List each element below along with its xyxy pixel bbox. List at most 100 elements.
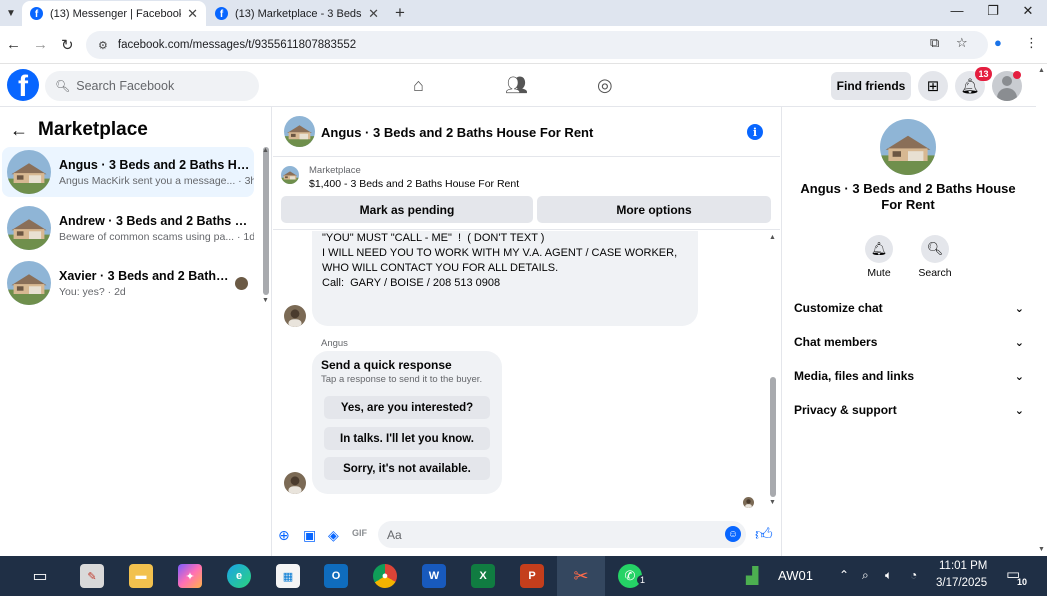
clock-time[interactable]: 11:01 PM [939, 560, 987, 572]
reload-icon[interactable]: ↻ [61, 36, 74, 54]
quick-response-title: Send a quick response [321, 358, 452, 372]
powerpoint-icon[interactable]: P [520, 564, 544, 588]
back-arrow-icon[interactable]: ← [10, 120, 28, 141]
outlook-icon[interactable]: O [324, 564, 348, 588]
close-window-button[interactable]: ✕ [1011, 3, 1045, 19]
browser-menu-icon[interactable]: ⋮ [1025, 35, 1038, 51]
tab-close-icon[interactable]: ✕ [362, 6, 379, 22]
chat-title[interactable]: Angus · 3 Beds and 2 Baths House For Ren… [321, 125, 593, 140]
groups-icon[interactable]: ◎ [597, 75, 613, 96]
mute-action[interactable]: 🔔︎ Mute [854, 235, 904, 279]
message-input[interactable] [387, 527, 717, 542]
search-icon[interactable]: 🔍︎ [921, 235, 949, 263]
search-label: Search [918, 267, 952, 279]
network-icon[interactable]: ◔ [910, 568, 917, 582]
mark-as-pending-button[interactable]: Mark as pending [281, 196, 533, 223]
file-explorer-icon[interactable]: ▬ [129, 564, 153, 588]
listing-mini-thumbnail[interactable] [281, 166, 299, 184]
scroll-up-arrow-icon[interactable]: ▲ [769, 234, 776, 241]
listing-price[interactable]: $1,400 - 3 Beds and 2 Baths House For Re… [309, 178, 519, 190]
quick-response-option[interactable]: In talks. I'll let you know. [324, 427, 490, 450]
chat-listing-thumbnail[interactable] [284, 116, 315, 147]
quick-response-option[interactable]: Sorry, it's not available. [324, 457, 490, 480]
plus-icon[interactable]: ⊕ [278, 527, 290, 544]
copilot-icon[interactable]: ✦ [178, 564, 202, 588]
search-action[interactable]: 🔍︎ Search [910, 235, 960, 279]
conversation-details-panel: Angus · 3 Beds and 2 Baths House For Ren… [781, 107, 1036, 556]
message-input-box[interactable]: ☺ [378, 521, 746, 548]
site-info-icon[interactable]: ⚙ [98, 39, 108, 52]
received-message-bubble[interactable]: "YOU" MUST "CALL - ME" ! ( DON'T TEXT ) … [312, 231, 698, 326]
volume-icon[interactable]: 🔈︎ [885, 568, 892, 583]
sender-avatar[interactable] [284, 472, 306, 494]
scroll-up-arrow-icon[interactable]: ▲ [1038, 67, 1045, 74]
conversation-time: 1d [243, 230, 254, 243]
scroll-down-arrow-icon[interactable]: ▼ [1038, 546, 1045, 553]
meet-now-icon[interactable]: ⌕ [862, 568, 869, 583]
excel-icon[interactable]: X [471, 564, 495, 588]
notification-center-count: 10 [1017, 577, 1028, 587]
tab-search-chevron-icon[interactable]: ▼ [2, 4, 20, 22]
facebook-search-box[interactable]: 🔍︎ [45, 71, 259, 101]
edge-browser-icon[interactable]: e [227, 564, 251, 588]
home-icon[interactable]: ⌂ [413, 75, 424, 96]
gif-icon[interactable]: GIF [352, 528, 367, 538]
quick-response-option[interactable]: Yes, are you interested? [324, 396, 490, 419]
windows-taskbar: ▭ ✎ ▬ ✦ e ▦ O ● W X P ✂ ✆ 1 ▟ AW01 ⌃ ⌕ 🔈… [0, 556, 1047, 596]
sticker-icon[interactable]: ◈ [328, 527, 339, 544]
like-icon[interactable]: 👍︎ [755, 524, 773, 545]
word-icon[interactable]: W [422, 564, 446, 588]
maximize-button[interactable]: ❐ [976, 3, 1010, 19]
more-options-button[interactable]: More options [537, 196, 771, 223]
conversation-list-scrollbar[interactable] [263, 147, 269, 295]
conversation-info-icon[interactable]: i [747, 124, 763, 140]
forward-arrow-icon[interactable]: → [33, 36, 48, 53]
friends-icon[interactable]: 👥︎ [505, 75, 528, 96]
scroll-down-arrow-icon[interactable]: ▼ [262, 297, 269, 304]
chat-header: Angus · 3 Beds and 2 Baths House For Ren… [273, 107, 780, 157]
menu-grid-icon[interactable]: ⊞ [918, 71, 948, 101]
show-hidden-icons-icon[interactable]: ⌃ [839, 568, 849, 582]
section-chat-members[interactable]: Chat members ⌄ [794, 330, 1024, 354]
scroll-down-arrow-icon[interactable]: ▼ [769, 499, 776, 506]
listing-thumbnail [7, 261, 51, 305]
install-app-icon[interactable]: ⧉ [930, 35, 939, 51]
listing-large-thumbnail[interactable] [880, 119, 936, 175]
message-thread-scrollbar[interactable] [770, 377, 776, 497]
snipping-tool-icon[interactable]: ✂ [569, 564, 593, 588]
section-label: Media, files and links [794, 369, 915, 383]
scroll-up-arrow-icon[interactable]: ▲ [262, 147, 269, 154]
section-privacy-support[interactable]: Privacy & support ⌄ [794, 398, 1024, 422]
conversation-item-angus[interactable]: Angus · 3 Beds and 2 Baths Hou... Angus … [2, 147, 254, 197]
photo-icon[interactable]: ▣ [303, 527, 316, 544]
tab-close-icon[interactable]: ✕ [181, 6, 198, 22]
task-view-icon[interactable]: ▭ [28, 564, 52, 588]
find-friends-button[interactable]: Find friends [831, 72, 911, 100]
tab-messenger[interactable]: f (13) Messenger | Facebook ✕ [22, 1, 206, 26]
conversation-snippet: You: yes? [59, 285, 105, 298]
back-arrow-icon[interactable]: ← [6, 36, 21, 53]
url-omnibox[interactable]: ⚙ facebook.com/messages/t/93556118078835… [86, 31, 988, 59]
section-media-files-links[interactable]: Media, files and links ⌄ [794, 364, 1024, 388]
microsoft-store-icon[interactable]: ▦ [276, 564, 300, 588]
facebook-search-input[interactable] [76, 79, 247, 93]
facebook-logo-icon[interactable]: f [7, 69, 39, 101]
sender-avatar[interactable] [284, 305, 306, 327]
conversation-item-xavier[interactable]: Xavier · 3 Beds and 2 Baths H... You: ye… [2, 258, 254, 308]
bookmark-star-icon[interactable]: ☆ [956, 35, 968, 51]
facebook-header: f 🔍︎ ⌂ 👥︎ ◎ Find friends ⊞ 🔔︎ [0, 64, 1036, 107]
conversation-item-andrew[interactable]: Andrew · 3 Beds and 2 Baths Ho... Beware… [2, 203, 254, 253]
profile-icon[interactable]: ● [994, 35, 1002, 50]
minimize-button[interactable]: — [940, 3, 974, 18]
stock-chart-icon[interactable]: ▟ [746, 566, 758, 586]
tab-marketplace[interactable]: f (13) Marketplace - 3 Beds and 2 ✕ [207, 1, 387, 26]
clock-date[interactable]: 3/17/2025 [936, 577, 987, 589]
page-scrollbar[interactable] [1036, 64, 1047, 556]
new-tab-button[interactable]: + [395, 3, 405, 23]
chrome-browser-icon[interactable]: ● [373, 564, 397, 588]
section-customize-chat[interactable]: Customize chat ⌄ [794, 296, 1024, 320]
paint-app-icon[interactable]: ✎ [80, 564, 104, 588]
bell-icon[interactable]: 🔔︎ [865, 235, 893, 263]
emoji-icon[interactable]: ☺ [725, 526, 741, 542]
aw-label[interactable]: AW01 [778, 568, 813, 583]
